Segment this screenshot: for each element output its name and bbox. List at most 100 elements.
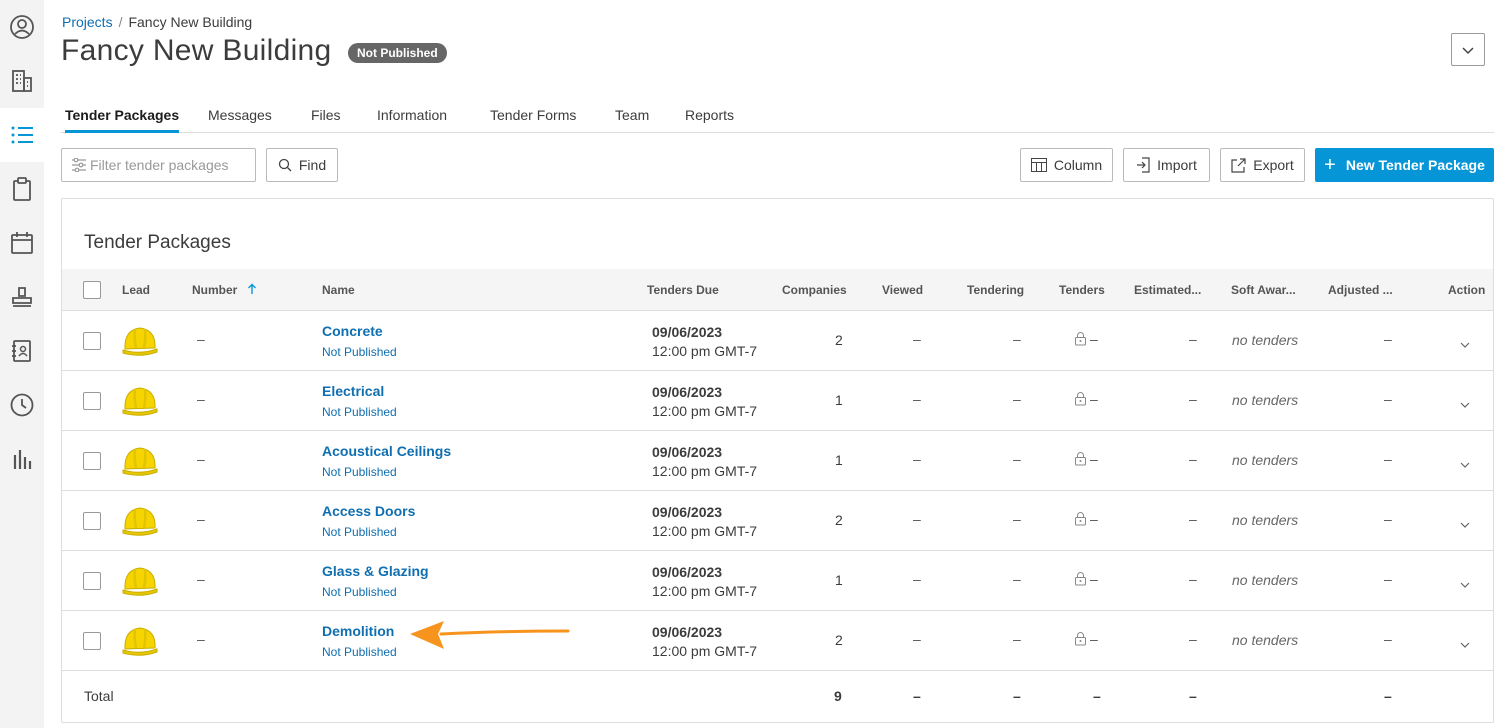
lock-icon [1075,452,1086,466]
lead-avatar [121,322,159,365]
header-tendering[interactable]: Tendering [967,269,1024,311]
lock-icon [1075,332,1086,346]
row-action-dropdown[interactable] [1459,636,1473,648]
package-status: Not Published [322,525,397,539]
table-row: – Glass & Glazing Not Published 09/06/2023 1… [62,551,1493,611]
header-adjusted[interactable]: Adjusted ... [1328,269,1393,311]
hard-hat-icon [122,627,158,656]
rail-item-clipboard[interactable] [0,162,44,216]
rail-item-stamp[interactable] [0,270,44,324]
table-row: – Access Doors Not Published 09/06/2023 12:0… [62,491,1493,551]
package-name-link[interactable]: Glass & Glazing [322,563,429,579]
row-checkbox[interactable] [83,512,101,530]
package-number: – [197,331,205,347]
header-lead[interactable]: Lead [122,269,150,311]
tenders-count-value: – [1090,451,1098,467]
table-row: – Concrete Not Published 09/06/2023 12:00 pm… [62,311,1493,371]
header-companies[interactable]: Companies [782,269,847,311]
tenders-count: – [1074,451,1098,467]
lock-icon [1075,512,1086,526]
row-action-dropdown[interactable] [1459,336,1473,348]
table-columns-icon [1030,158,1047,172]
tab-reports[interactable]: Reports [685,107,734,132]
header-viewed[interactable]: Viewed [882,269,923,311]
package-status: Not Published [322,345,397,359]
row-action-dropdown[interactable] [1459,576,1473,588]
estimated-value: – [1189,451,1197,467]
import-button-label: Import [1157,157,1197,173]
rail-item-reports[interactable] [0,432,44,486]
left-nav-rail [0,0,44,728]
list-icon [11,126,33,144]
header-dropdown-button[interactable] [1451,33,1485,66]
estimated-value: – [1189,331,1197,347]
row-checkbox[interactable] [83,392,101,410]
tenders-count: – [1074,631,1098,647]
tab-team[interactable]: Team [615,107,649,132]
tenders-count-value: – [1090,631,1098,647]
rail-item-tender-list[interactable] [0,108,44,162]
soft-award-value: no tenders [1232,392,1299,408]
external-link-icon [1231,157,1246,173]
row-action-dropdown[interactable] [1459,396,1473,408]
rail-item-directory[interactable] [0,324,44,378]
header-number[interactable]: Number [192,269,257,311]
find-button[interactable]: Find [266,148,338,182]
hard-hat-icon [122,327,158,356]
rail-item-calendar[interactable] [0,216,44,270]
row-checkbox[interactable] [83,572,101,590]
due-time: 12:00 pm GMT-7 [652,583,758,599]
select-all-checkbox[interactable] [83,281,101,299]
header-tenders-due[interactable]: Tenders Due [647,269,719,311]
header-soft-award[interactable]: Soft Awar... [1231,269,1296,311]
rail-item-projects[interactable] [0,54,44,108]
breadcrumb-projects-link[interactable]: Projects [62,14,113,30]
clipboard-icon [13,177,31,201]
lock-icon [1075,392,1086,406]
adjusted-value: – [1384,571,1392,587]
chevron-down-icon [1460,582,1470,588]
row-checkbox[interactable] [83,332,101,350]
package-name-link[interactable]: Access Doors [322,503,415,519]
rail-item-history[interactable] [0,378,44,432]
export-button[interactable]: Export [1220,148,1305,182]
tenders-count-value: – [1090,511,1098,527]
breadcrumb-current: Fancy New Building [128,14,253,30]
package-status: Not Published [322,585,397,599]
row-checkbox[interactable] [83,632,101,650]
column-button[interactable]: Column [1020,148,1113,182]
tab-files[interactable]: Files [311,107,341,132]
tab-tender-forms[interactable]: Tender Forms [490,107,576,132]
row-checkbox[interactable] [83,452,101,470]
row-action-dropdown[interactable] [1459,456,1473,468]
tab-tender-packages[interactable]: Tender Packages [65,107,180,133]
companies-count: 2 [835,632,843,648]
tab-information[interactable]: Information [377,107,447,132]
hard-hat-icon [122,387,158,416]
rail-item-profile[interactable] [0,0,44,54]
soft-award-value: no tenders [1232,632,1299,648]
package-name-link[interactable]: Acoustical Ceilings [322,443,451,459]
header-estimated[interactable]: Estimated... [1134,269,1201,311]
estimated-value: – [1189,511,1197,527]
package-name-link[interactable]: Concrete [322,323,383,339]
annotation-arrow [410,621,570,649]
new-tender-package-button[interactable]: + New Tender Package [1315,148,1494,182]
tenders-count-value: – [1090,331,1098,347]
filter-input[interactable]: Filter tender packages [61,148,256,182]
chevron-down-icon [1460,462,1470,468]
header-name[interactable]: Name [322,269,355,311]
table-row: – Acoustical Ceilings Not Published 09/06/2… [62,431,1493,491]
tenders-count: – [1074,391,1098,407]
header-tenders[interactable]: Tenders [1059,269,1105,311]
find-button-label: Find [298,157,327,173]
package-name-link[interactable]: Demolition [322,623,394,639]
companies-count: 1 [835,572,843,588]
import-button[interactable]: Import [1123,148,1210,182]
package-number: – [197,391,205,407]
estimated-value: – [1189,571,1197,587]
tab-messages[interactable]: Messages [208,107,272,132]
row-action-dropdown[interactable] [1459,516,1473,528]
due-date: 09/06/2023 [652,324,723,340]
package-name-link[interactable]: Electrical [322,383,384,399]
